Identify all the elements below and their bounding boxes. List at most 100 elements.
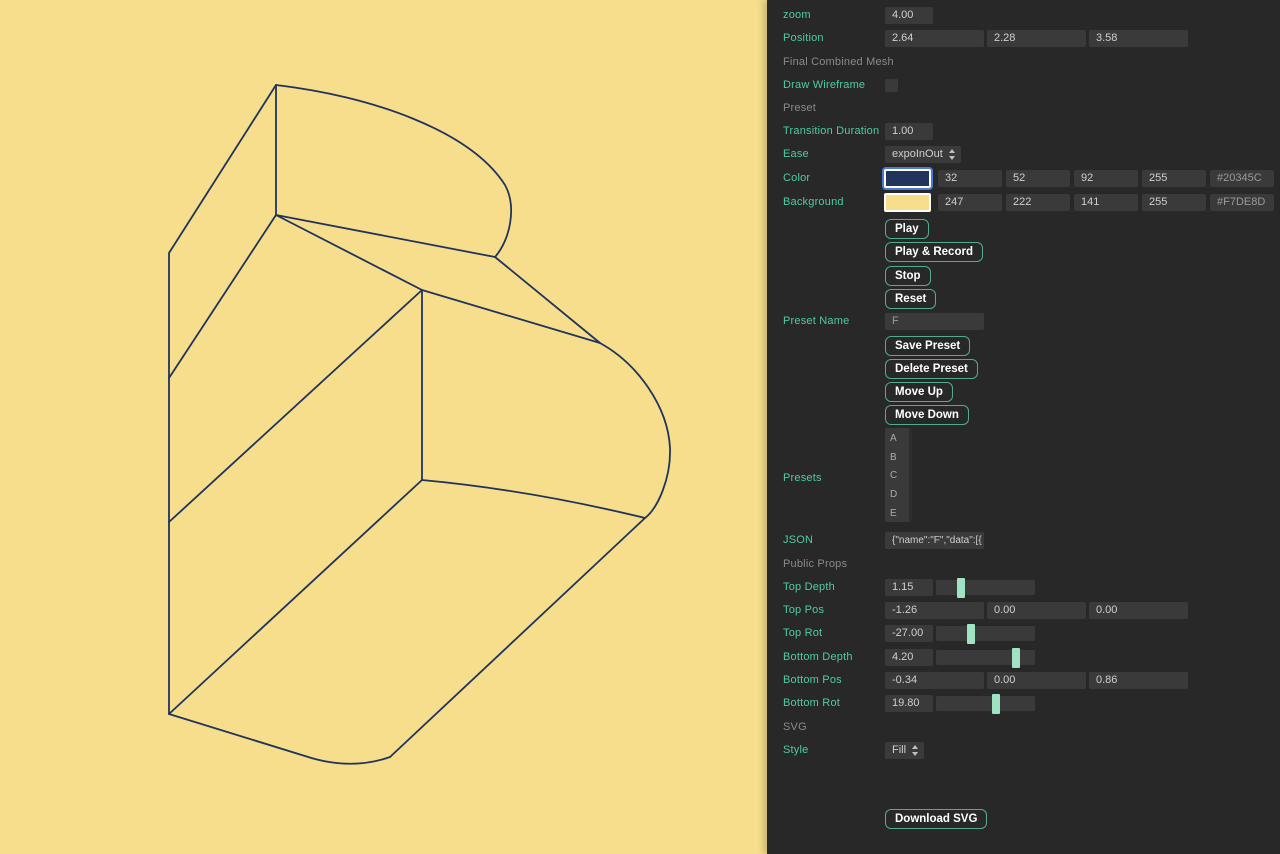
select-arrows-icon [949,149,956,160]
top-rot-input[interactable]: -27.00 [885,625,933,642]
ease-label: Ease [783,148,809,160]
bottom-pos-z-input[interactable]: 0.86 [1089,672,1188,689]
letter-b-wireframe [0,0,767,854]
top-pos-label: Top Pos [783,604,824,616]
style-select-value: Fill [892,744,906,756]
style-select[interactable]: Fill [885,742,924,759]
position-y-input[interactable]: 2.28 [987,30,1086,47]
background-b-input[interactable]: 141 [1074,194,1138,211]
delete-preset-button[interactable]: Delete Preset [885,359,978,379]
play-record-button[interactable]: Play & Record [885,242,983,262]
bottom-pos-y-input[interactable]: 0.00 [987,672,1086,689]
public-props-title: Public Props [783,558,847,570]
color-g-input[interactable]: 52 [1006,170,1070,187]
top-rot-slider-handle[interactable] [967,624,975,644]
background-swatch[interactable] [884,193,931,212]
preset-option[interactable]: B [885,452,897,463]
background-label: Background [783,196,844,208]
row-style: Style Fill [767,742,1280,764]
row-bottom-depth: Bottom Depth 4.20 [767,649,1280,671]
transition-duration-input[interactable]: 1.00 [885,123,933,140]
color-b-input[interactable]: 92 [1074,170,1138,187]
row-ease: Ease expoInOut [767,146,1280,168]
color-label: Color [783,172,810,184]
color-a-input[interactable]: 255 [1142,170,1206,187]
bottom-rot-slider[interactable] [936,696,1035,711]
zoom-label: zoom [783,9,811,21]
reset-button[interactable]: Reset [885,289,936,309]
draw-wireframe-checkbox[interactable] [885,79,898,92]
row-zoom: zoom 4.00 [767,7,1280,29]
listbox-scrollbar[interactable] [909,428,912,522]
background-a-input[interactable]: 255 [1142,194,1206,211]
section-preset: Preset [767,100,1280,122]
move-down-button[interactable]: Move Down [885,405,969,425]
row-preset-name: Preset Name F [767,313,1280,335]
svg-title: SVG [783,721,807,733]
background-g-input[interactable]: 222 [1006,194,1070,211]
preset-name-input[interactable]: F [885,313,984,330]
bottom-rot-input[interactable]: 19.80 [885,695,933,712]
transition-duration-label: Transition Duration [783,125,879,137]
color-swatch[interactable] [884,169,931,188]
play-button[interactable]: Play [885,219,929,239]
row-top-depth: Top Depth 1.15 [767,579,1280,601]
ease-select-value: expoInOut [892,148,943,160]
bottom-depth-slider[interactable] [936,650,1035,665]
json-input[interactable]: {"name":"F","data":[{ [885,532,984,549]
row-top-rot: Top Rot -27.00 [767,625,1280,647]
stop-button[interactable]: Stop [885,266,931,286]
preset-option[interactable]: D [885,489,897,500]
row-draw-wireframe: Draw Wireframe [767,77,1280,99]
move-up-button[interactable]: Move Up [885,382,953,402]
ease-select[interactable]: expoInOut [885,146,961,163]
bottom-depth-label: Bottom Depth [783,651,853,663]
presets-listbox[interactable]: A B C D E F AB [885,428,912,522]
position-x-input[interactable]: 2.64 [885,30,984,47]
color-r-input[interactable]: 32 [938,170,1002,187]
section-final-combined-mesh: Final Combined Mesh [767,54,1280,76]
position-label: Position [783,32,824,44]
save-preset-button[interactable]: Save Preset [885,336,970,356]
top-depth-label: Top Depth [783,581,835,593]
row-json: JSON {"name":"F","data":[{ [767,532,1280,554]
control-panel: zoom 4.00 Position 2.64 2.28 3.58 Final … [767,0,1280,854]
top-depth-input[interactable]: 1.15 [885,579,933,596]
json-label: JSON [783,534,813,546]
preset-option[interactable]: E [885,508,897,519]
row-bottom-pos: Bottom Pos -0.34 0.00 0.86 [767,672,1280,694]
style-label: Style [783,744,808,756]
bottom-depth-input[interactable]: 4.20 [885,649,933,666]
row-transition-duration: Transition Duration 1.00 [767,123,1280,145]
section-svg: SVG [767,719,1280,741]
bottom-depth-slider-handle[interactable] [1012,648,1020,668]
row-top-pos: Top Pos -1.26 0.00 0.00 [767,602,1280,624]
top-pos-y-input[interactable]: 0.00 [987,602,1086,619]
preset-title: Preset [783,102,816,114]
preset-option[interactable]: A [885,433,897,444]
top-rot-label: Top Rot [783,627,822,639]
preset-option[interactable]: C [885,470,897,481]
zoom-input[interactable]: 4.00 [885,7,933,24]
top-rot-slider[interactable] [936,626,1035,641]
top-depth-slider-handle[interactable] [957,578,965,598]
top-pos-z-input[interactable]: 0.00 [1089,602,1188,619]
top-pos-x-input[interactable]: -1.26 [885,602,984,619]
row-presets: Presets A B C D E F AB [767,428,1280,522]
row-background: Background 247 222 141 255 #F7DE8D [767,194,1280,216]
bottom-rot-slider-handle[interactable] [992,694,1000,714]
row-color: Color 32 52 92 255 #20345C [767,170,1280,192]
row-position: Position 2.64 2.28 3.58 [767,30,1280,52]
presets-label: Presets [783,472,822,484]
bottom-pos-x-input[interactable]: -0.34 [885,672,984,689]
download-svg-button[interactable]: Download SVG [885,809,987,829]
row-bottom-rot: Bottom Rot 19.80 [767,695,1280,717]
top-depth-slider[interactable] [936,580,1035,595]
preset-name-label: Preset Name [783,315,849,327]
background-hex-input[interactable]: #F7DE8D [1210,194,1274,211]
color-hex-input[interactable]: #20345C [1210,170,1274,187]
select-arrows-icon [912,745,919,756]
background-r-input[interactable]: 247 [938,194,1002,211]
render-canvas[interactable] [0,0,767,854]
position-z-input[interactable]: 3.58 [1089,30,1188,47]
